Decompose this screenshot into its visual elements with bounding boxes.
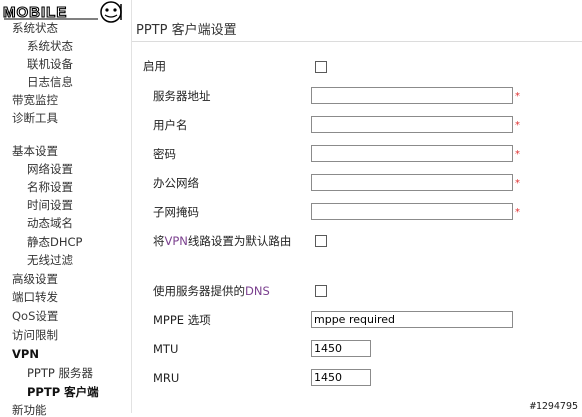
sidebar-item-name[interactable]: 名称设置	[27, 180, 73, 194]
mru-label: MRU	[153, 371, 180, 385]
mtu-label: MTU	[153, 342, 179, 356]
enable-checkbox[interactable]	[315, 61, 327, 73]
sidebar-item-wireless-filter[interactable]: 无线过滤	[27, 253, 73, 267]
mru-input[interactable]	[311, 369, 371, 386]
sidebar-item-vpn[interactable]: VPN	[12, 347, 39, 361]
dns-label-dns: DNS	[245, 284, 270, 298]
mobile01-logo: MOBILE	[2, 1, 126, 23]
sidebar-item-access-restriction[interactable]: 访问限制	[12, 328, 58, 342]
sidebar-item-qos[interactable]: QoS设置	[12, 309, 58, 323]
default-route-label: 将VPN线路设置为默认路由	[153, 233, 291, 249]
server-required-mark: *	[515, 91, 520, 102]
default-route-label-pre: 将	[153, 234, 165, 248]
mtu-input[interactable]	[311, 340, 371, 357]
main-content: PPTP 客户端设置 启用 服务器地址 * 用户名 * 密码 * 办公网络 * …	[132, 0, 582, 413]
password-label: 密码	[153, 147, 176, 161]
svg-text:MOBILE: MOBILE	[3, 4, 67, 21]
sidebar-item-pptp-server[interactable]: PPTP 服务器	[27, 366, 93, 380]
sidebar-item-logs[interactable]: 日志信息	[27, 75, 73, 89]
username-label: 用户名	[153, 118, 188, 132]
sidebar-item-system-status[interactable]: 系统状态	[12, 21, 58, 35]
sidebar-item-basic-settings[interactable]: 基本设置	[12, 144, 58, 158]
mppe-input[interactable]	[311, 311, 513, 328]
sidebar-item-connected-devices[interactable]: 联机设备	[27, 57, 73, 71]
page-title: PPTP 客户端设置	[136, 23, 237, 38]
sidebar-item-diagnostics[interactable]: 诊断工具	[12, 111, 58, 125]
default-route-label-vpn: VPN	[164, 234, 188, 248]
sidebar-item-time[interactable]: 时间设置	[27, 198, 73, 212]
username-input[interactable]	[311, 116, 513, 133]
dns-label-pre: 使用服务器提供的	[153, 284, 245, 298]
password-input[interactable]	[311, 145, 513, 162]
password-required-mark: *	[515, 149, 520, 160]
sidebar-item-network[interactable]: 网络设置	[27, 162, 73, 176]
sidebar-item-static-dhcp[interactable]: 静态DHCP	[27, 235, 82, 249]
sidebar: MOBILE 系统状态 系统状态 联机设备 日志信息 带宽监控 诊断工具 基本设…	[0, 0, 132, 417]
server-address-input[interactable]	[311, 87, 513, 104]
subnet-mask-label: 子网掩码	[153, 205, 199, 219]
server-address-label: 服务器地址	[153, 89, 211, 103]
sidebar-item-status-overview[interactable]: 系统状态	[27, 39, 73, 53]
sidebar-item-pptp-client[interactable]: PPTP 客户端	[27, 385, 99, 399]
title-divider	[132, 41, 582, 42]
sidebar-item-port-forwarding[interactable]: 端口转发	[12, 290, 58, 304]
sidebar-item-new-features[interactable]: 新功能	[12, 403, 47, 417]
dns-checkbox[interactable]	[315, 285, 327, 297]
sidebar-item-advanced[interactable]: 高级设置	[12, 272, 58, 286]
subnet-mask-input[interactable]	[311, 203, 513, 220]
office-network-required-mark: *	[515, 178, 520, 189]
watermark-text: #1294795	[529, 401, 578, 412]
mppe-label: MPPE 选项	[153, 313, 211, 327]
default-route-label-post: 线路设置为默认路由	[187, 234, 292, 248]
sidebar-item-bandwidth[interactable]: 带宽监控	[12, 93, 58, 107]
dns-label: 使用服务器提供的DNS	[153, 283, 270, 299]
office-network-label: 办公网络	[153, 176, 199, 190]
username-required-mark: *	[515, 120, 520, 131]
office-network-input[interactable]	[311, 174, 513, 191]
default-route-checkbox[interactable]	[315, 235, 327, 247]
enable-label: 启用	[143, 59, 166, 73]
subnet-mask-required-mark: *	[515, 207, 520, 218]
sidebar-item-ddns[interactable]: 动态域名	[27, 216, 73, 230]
